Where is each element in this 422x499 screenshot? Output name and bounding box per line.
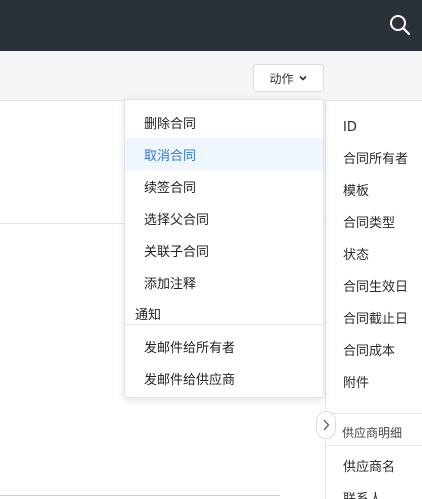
action-button-label: 动作 <box>269 71 294 86</box>
field-label-end-date: 合同截止日 <box>343 312 409 327</box>
menu-item-email-owner[interactable]: 发邮件给所有者 <box>125 330 323 362</box>
field-label-contact: 联系人 <box>343 491 382 499</box>
menu-item-email-supplier[interactable]: 发邮件给供应商 <box>125 362 323 394</box>
chevron-down-icon <box>298 75 307 81</box>
divider <box>125 324 323 325</box>
field-label-attachment: 附件 <box>343 376 370 391</box>
menu-item-delete-contract[interactable]: 删除合同 <box>125 106 323 138</box>
menu-item-renew-contract[interactable]: 续签合同 <box>125 170 323 202</box>
menu-item-link-child-contract[interactable]: 关联子合同 <box>125 234 323 266</box>
supplier-section-title: 供应商明细 <box>342 426 403 440</box>
toolbar: 动作 <box>0 51 422 101</box>
action-dropdown-button[interactable]: 动作 <box>253 64 324 92</box>
top-header <box>0 0 422 51</box>
field-label-id: ID <box>343 120 357 135</box>
field-label-supplier-name: 供应商名 <box>343 460 396 475</box>
detail-panel: ID 合同所有者 模板 合同类型 状态 合同生效日 合同截止日 合同成本 附件 … <box>325 101 422 499</box>
divider <box>0 495 280 496</box>
menu-item-cancel-contract[interactable]: 取消合同 <box>125 138 323 170</box>
field-label-owner: 合同所有者 <box>343 152 409 167</box>
menu-group-notify: 通知 <box>135 308 162 323</box>
chevron-right-icon <box>323 419 330 431</box>
field-label-type: 合同类型 <box>343 216 396 231</box>
field-label-effective-date: 合同生效日 <box>343 280 409 295</box>
field-label-template: 模板 <box>343 184 370 199</box>
field-label-status: 状态 <box>343 248 370 263</box>
action-dropdown-menu: 删除合同 取消合同 续签合同 选择父合同 关联子合同 添加注释 通知 发邮件给所… <box>124 99 324 398</box>
field-label-cost: 合同成本 <box>343 344 396 359</box>
menu-item-select-parent-contract[interactable]: 选择父合同 <box>125 202 323 234</box>
divider <box>326 445 422 446</box>
panel-collapse-button[interactable] <box>316 411 336 439</box>
search-icon[interactable] <box>388 13 412 37</box>
menu-item-add-note[interactable]: 添加注释 <box>125 266 323 298</box>
divider <box>326 413 422 414</box>
